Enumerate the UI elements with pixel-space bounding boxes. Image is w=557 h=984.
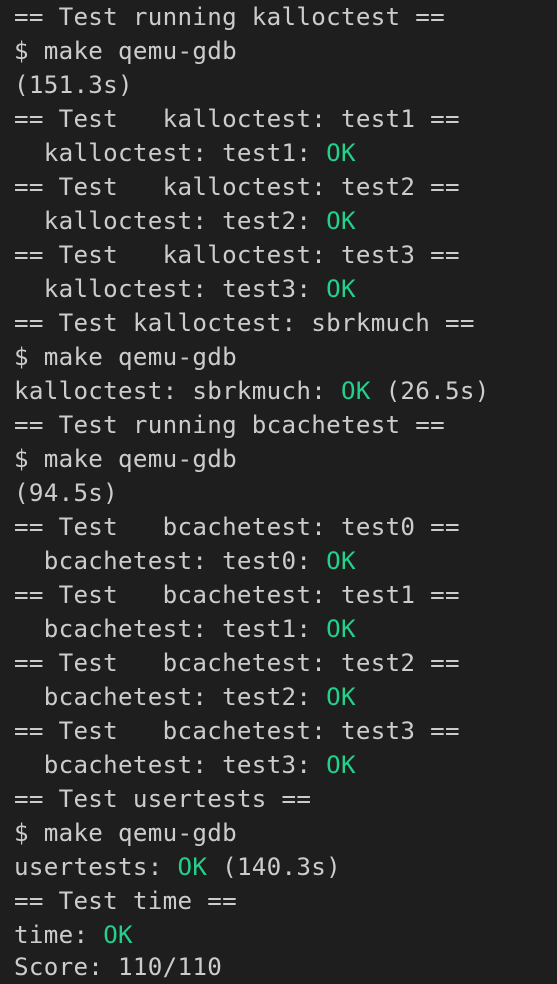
output-line: $ make qemu-gdb [14, 340, 237, 374]
ok-status: OK [326, 751, 356, 779]
output-line: (94.5s) [14, 476, 118, 510]
output-line: bcachetest: test2: OK [14, 680, 356, 714]
line-text: kalloctest: test3: [14, 275, 327, 303]
line-text: == Test bcachetest: test1 == [14, 581, 460, 609]
output-line: == Test bcachetest: test2 == [14, 646, 460, 680]
line-text: kalloctest: test2: [14, 207, 327, 235]
ok-status: OK [326, 683, 356, 711]
line-text: kalloctest: test1: [14, 139, 327, 167]
line-text: (94.5s) [14, 479, 119, 507]
line-text: usertests: [14, 853, 178, 881]
line-text: == Test kalloctest: test1 == [14, 105, 460, 133]
line-text: == Test kalloctest: test2 == [14, 173, 460, 201]
line-text: == Test running kalloctest == [14, 3, 446, 31]
terminal-output[interactable]: == Test running kalloctest == $ make qem… [0, 0, 557, 984]
ok-status: OK [103, 921, 133, 949]
output-line: == Test kalloctest: test2 == [14, 170, 460, 204]
line-text: $ make qemu-gdb [14, 37, 237, 65]
output-line: $ make qemu-gdb [14, 442, 237, 476]
output-line: usertests: OK (140.3s) [14, 850, 341, 884]
output-line: kalloctest: test2: OK [14, 204, 356, 238]
output-line: == Test time == [14, 884, 237, 918]
output-line: == Test bcachetest: test0 == [14, 510, 460, 544]
line-text: == Test bcachetest: test3 == [14, 717, 460, 745]
line-text: bcachetest: test0: [14, 547, 327, 575]
output-line: bcachetest: test1: OK [14, 612, 356, 646]
output-line: kalloctest: sbrkmuch: OK (26.5s) [14, 374, 490, 408]
output-line: == Test kalloctest: sbrkmuch == [14, 306, 475, 340]
output-line: (151.3s) [14, 68, 133, 102]
ok-status: OK [326, 615, 356, 643]
ok-status: OK [326, 275, 356, 303]
output-line: $ make qemu-gdb [14, 816, 237, 850]
output-line: kalloctest: test3: OK [14, 272, 356, 306]
line-suffix: (26.5s) [370, 377, 490, 405]
ok-status: OK [340, 377, 371, 405]
output-line: == Test bcachetest: test1 == [14, 578, 460, 612]
ok-status: OK [326, 139, 356, 167]
output-line: bcachetest: test3: OK [14, 748, 356, 782]
line-text: == Test kalloctest: test3 == [14, 241, 460, 269]
output-line: kalloctest: test1: OK [14, 136, 356, 170]
ok-status: OK [326, 547, 356, 575]
line-text: == Test usertests == [14, 785, 312, 813]
line-text: kalloctest: sbrkmuch: [14, 377, 341, 405]
score-line: Score: 110/110 [14, 950, 222, 984]
line-text: bcachetest: test2: [14, 683, 327, 711]
output-line: == Test running kalloctest == [14, 0, 445, 34]
line-text: == Test kalloctest: sbrkmuch == [14, 309, 475, 337]
output-line: == Test usertests == [14, 782, 311, 816]
output-line: time: OK [14, 918, 133, 952]
line-text: bcachetest: test1: [14, 615, 327, 643]
line-text: == Test time == [14, 887, 237, 915]
line-text: == Test bcachetest: test2 == [14, 649, 460, 677]
line-text: == Test bcachetest: test0 == [14, 513, 460, 541]
line-text: == Test running bcachetest == [14, 411, 446, 439]
line-text: bcachetest: test3: [14, 751, 327, 779]
output-line: bcachetest: test0: OK [14, 544, 356, 578]
line-text: Score: 110/110 [14, 953, 223, 981]
ok-status: OK [326, 207, 356, 235]
output-line: == Test bcachetest: test3 == [14, 714, 460, 748]
line-text: time: [14, 921, 104, 949]
output-line: == Test kalloctest: test3 == [14, 238, 460, 272]
ok-status: OK [177, 853, 208, 881]
output-line: == Test kalloctest: test1 == [14, 102, 460, 136]
line-text: (151.3s) [14, 71, 133, 99]
line-text: $ make qemu-gdb [14, 343, 237, 371]
line-text: $ make qemu-gdb [14, 445, 237, 473]
output-line: == Test running bcachetest == [14, 408, 445, 442]
line-suffix: (140.3s) [207, 853, 341, 881]
line-text: $ make qemu-gdb [14, 819, 237, 847]
output-line: $ make qemu-gdb [14, 34, 237, 68]
